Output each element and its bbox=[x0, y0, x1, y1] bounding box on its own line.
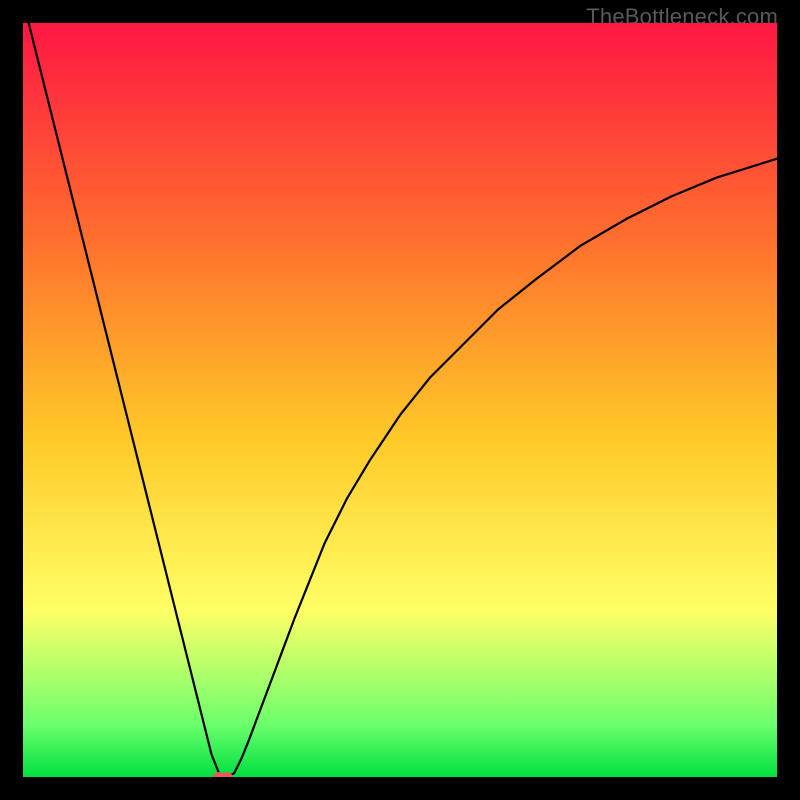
bottleneck-chart bbox=[23, 23, 777, 777]
gradient-background bbox=[23, 23, 777, 777]
chart-container: { "watermark": "TheBottleneck.com", "cha… bbox=[0, 0, 800, 800]
